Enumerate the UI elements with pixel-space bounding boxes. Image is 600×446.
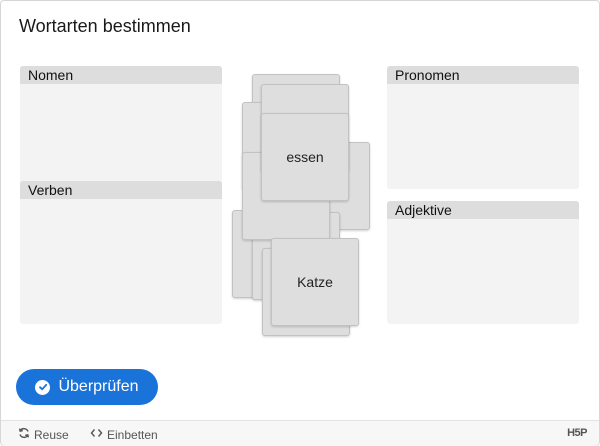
check-button-label: Überprüfen <box>58 378 139 395</box>
reuse-icon <box>18 427 34 442</box>
page-title: Wortarten bestimmen <box>19 16 191 36</box>
draggable-card-essen[interactable]: essen <box>261 113 349 201</box>
dropzone-pronomen-label: Pronomen <box>387 66 579 84</box>
dropzone-nomen[interactable]: Nomen <box>20 66 222 186</box>
draggable-card-essen-label: essen <box>286 149 324 165</box>
draggable-card-katze[interactable]: Katze <box>271 238 359 326</box>
dropzone-nomen-label: Nomen <box>20 66 222 84</box>
reuse-label: Reuse <box>34 427 69 442</box>
embed-link[interactable]: Einbetten <box>90 427 158 442</box>
embed-label: Einbetten <box>107 427 158 442</box>
footer-bar: Reuse Einbetten H5P <box>1 420 599 446</box>
dropzone-verben-label: Verben <box>20 181 222 199</box>
dropzone-adjektive[interactable]: Adjektive <box>387 201 579 324</box>
dropzone-verben[interactable]: Verben <box>20 181 222 324</box>
dropzone-pronomen[interactable]: Pronomen <box>387 66 579 189</box>
reuse-link[interactable]: Reuse <box>18 427 69 442</box>
dropzone-adjektive-label: Adjektive <box>387 201 579 219</box>
draggable-card-katze-label: Katze <box>297 274 333 290</box>
h5p-logo: H5P <box>567 427 587 439</box>
check-button[interactable]: Überprüfen <box>16 369 158 405</box>
code-brackets-icon <box>90 427 107 442</box>
check-circle-icon <box>35 379 51 395</box>
